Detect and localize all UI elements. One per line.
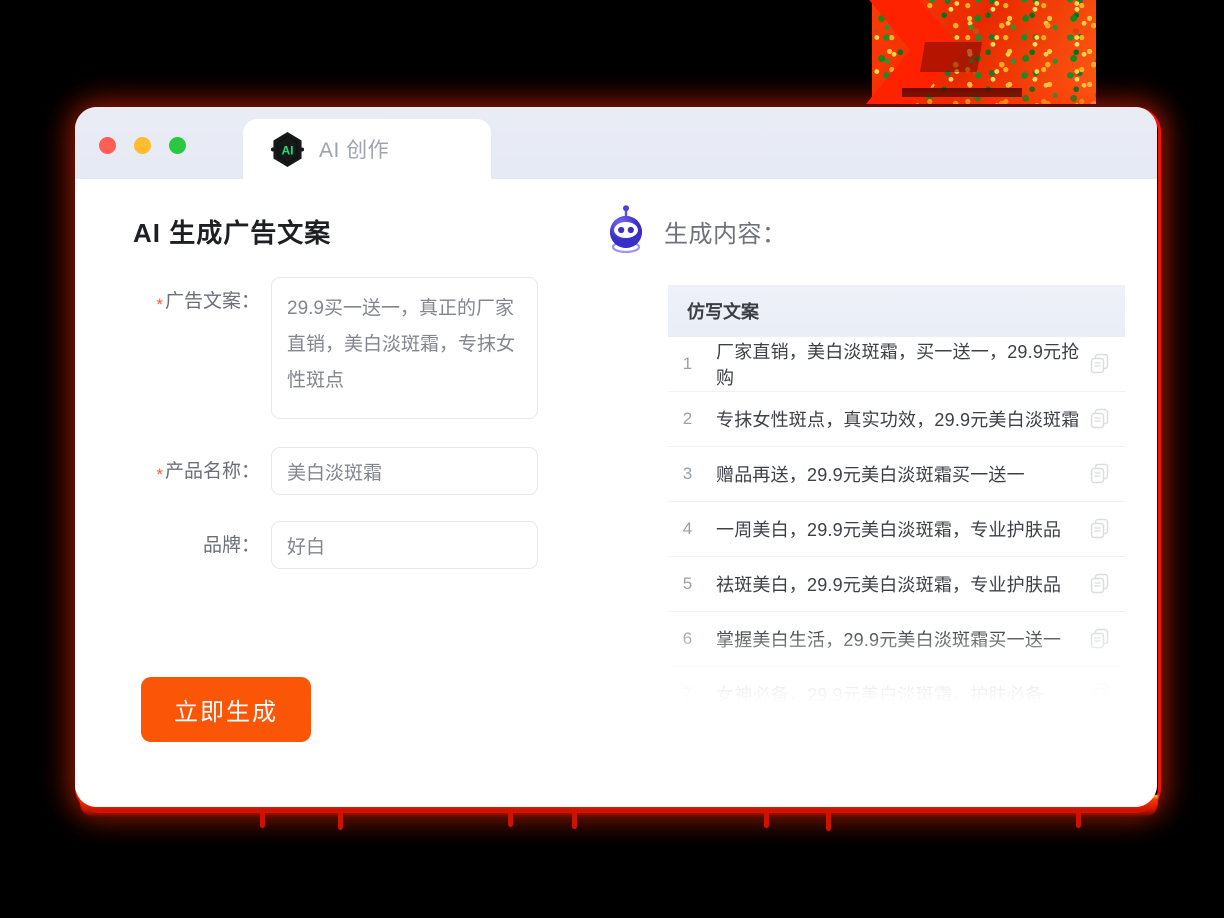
copy-icon[interactable]: [1089, 353, 1111, 375]
results-title: 生成内容：: [664, 220, 787, 248]
table-row[interactable]: 5 祛斑美白，29.9元美白淡斑霜，专业护肤品: [668, 557, 1125, 612]
copy-icon[interactable]: [1089, 628, 1111, 650]
brand-input[interactable]: 好白: [271, 521, 538, 569]
decorative-dark-box: [920, 42, 982, 72]
card-bottom-drips: [80, 812, 1158, 838]
svg-text:AI: AI: [281, 143, 293, 157]
app-window: AI AI 创作 AI 生成广告文案 * 广告文案： 29.9买一送一，真正的厂家…: [75, 107, 1157, 807]
tab-label: AI 创作: [319, 139, 390, 162]
field-label-product-name: * 产品名称：: [156, 461, 260, 484]
maximize-button-icon[interactable]: [169, 137, 186, 154]
row-text: 赠品再送，29.9元美白淡斑霜买一送一: [716, 465, 1025, 485]
generate-button[interactable]: 立即生成: [141, 677, 311, 742]
results-table: 仿写文案 1 厂家直销，美白淡斑霜，买一送一，29.9元抢购 2 专抹女性斑点，…: [668, 285, 1125, 703]
row-index: 2: [682, 409, 693, 428]
copy-icon[interactable]: [1089, 683, 1111, 703]
copy-icon[interactable]: [1089, 573, 1111, 595]
required-star-icon: *: [156, 295, 163, 314]
form-panel: AI 生成广告文案 * 广告文案： 29.9买一送一，真正的厂家直销，美白淡斑霜，…: [75, 179, 595, 807]
row-index: 4: [682, 519, 693, 538]
table-row[interactable]: 4 一周美白，29.9元美白淡斑霜，专业护肤品: [668, 502, 1125, 557]
results-panel: 生成内容： 仿写文案 1 厂家直销，美白淡斑霜，买一送一，29.9元抢购 2 专…: [595, 179, 1157, 807]
row-text: 厂家直销，美白淡斑霜，买一送一，29.9元抢购: [716, 342, 1080, 388]
copy-icon[interactable]: [1089, 408, 1111, 430]
table-row[interactable]: 6 掌握美白生活，29.9元美白淡斑霜买一送一: [668, 612, 1125, 667]
minimize-button-icon[interactable]: [134, 137, 151, 154]
tab-ai-creation[interactable]: AI AI 创作: [243, 119, 491, 179]
field-label-ad-copy: * 广告文案：: [156, 291, 260, 314]
window-content: AI 生成广告文案 * 广告文案： 29.9买一送一，真正的厂家直销，美白淡斑霜，…: [75, 179, 1157, 807]
table-row[interactable]: 2 专抹女性斑点，真实功效，29.9元美白淡斑霜: [668, 392, 1125, 447]
field-brand: 品牌： 好白: [133, 521, 595, 569]
copy-icon[interactable]: [1089, 463, 1111, 485]
table-header: 仿写文案: [668, 285, 1125, 337]
row-text: 女神必备，29.9元美白淡斑霜，护肤必备: [716, 685, 1044, 703]
robot-icon: [604, 205, 648, 257]
row-index: 1: [682, 354, 693, 373]
row-text: 一周美白，29.9元美白淡斑霜，专业护肤品: [716, 520, 1062, 540]
ai-hexagon-icon: AI: [269, 131, 306, 168]
table-row[interactable]: 7 女神必备，29.9元美白淡斑霜，护肤必备: [668, 667, 1125, 703]
table-row[interactable]: 1 厂家直销，美白淡斑霜，买一送一，29.9元抢购: [668, 337, 1125, 392]
row-index: 7: [682, 684, 693, 703]
row-index: 3: [682, 464, 693, 483]
row-text: 掌握美白生活，29.9元美白淡斑霜买一送一: [716, 630, 1062, 650]
row-text: 专抹女性斑点，真实功效，29.9元美白淡斑霜: [716, 410, 1080, 430]
row-index: 5: [682, 574, 693, 593]
row-index: 6: [682, 629, 693, 648]
decorative-dark-bar: [902, 88, 1022, 97]
copy-icon[interactable]: [1089, 518, 1111, 540]
results-header: 生成内容：: [595, 205, 1157, 257]
product-name-input[interactable]: 美白淡斑霜: [271, 447, 538, 495]
field-product-name: * 产品名称： 美白淡斑霜: [133, 447, 595, 495]
ad-copy-textarea[interactable]: 29.9买一送一，真正的厂家直销，美白淡斑霜，专抹女性斑点: [271, 277, 538, 419]
close-button-icon[interactable]: [99, 137, 116, 154]
table-row[interactable]: 3 赠品再送，29.9元美白淡斑霜买一送一: [668, 447, 1125, 502]
page-title: AI 生成广告文案: [133, 218, 332, 248]
screenshot-root: AI AI 创作 AI 生成广告文案 * 广告文案： 29.9买一送一，真正的厂家…: [0, 0, 1224, 918]
traffic-light-group: [99, 137, 186, 154]
row-text: 祛斑美白，29.9元美白淡斑霜，专业护肤品: [716, 575, 1062, 595]
window-titlebar: AI AI 创作: [75, 107, 1157, 179]
required-star-icon: *: [156, 465, 163, 484]
field-ad-copy: * 广告文案： 29.9买一送一，真正的厂家直销，美白淡斑霜，专抹女性斑点: [133, 277, 595, 419]
field-label-brand: 品牌：: [202, 535, 260, 556]
